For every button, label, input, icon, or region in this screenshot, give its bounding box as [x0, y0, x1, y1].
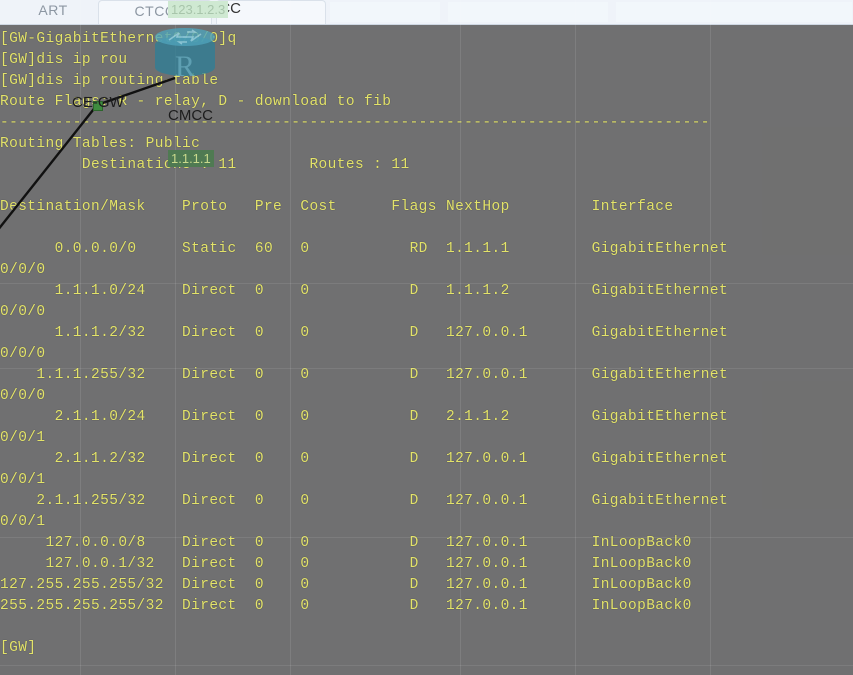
terminal-line: [GW] — [0, 640, 37, 656]
terminal-line: 127.0.0.1/32 Direct 0 0 D 127.0.0.1 InLo… — [0, 556, 692, 572]
tab-third[interactable] — [216, 0, 326, 24]
terminal-line: 1.1.1.2/32 Direct 0 0 D 127.0.0.1 Gigabi… — [0, 325, 729, 341]
terminal-line: 2.1.1.0/24 Direct 0 0 D 2.1.1.2 GigabitE… — [0, 409, 729, 425]
terminal-line: 2.1.1.2/32 Direct 0 0 D 127.0.0.1 Gigabi… — [0, 451, 729, 467]
terminal-line: 0/0/0 — [0, 262, 46, 278]
terminal-line: 0/0/1 — [0, 472, 46, 488]
router-cli-terminal[interactable]: [GW-GigabitEthernet0/0/0]q [GW]dis ip rou… — [0, 25, 853, 675]
terminal-line: 0/0/1 — [0, 430, 46, 446]
terminal-line: 127.0.0.0/8 Direct 0 0 D 127.0.0.1 InLoo… — [0, 535, 692, 551]
terminal-line: Routing Tables: Public — [0, 136, 201, 152]
terminal-output: [GW-GigabitEthernet0/0/0]q [GW]dis ip rou… — [0, 25, 853, 659]
terminal-line: 1.1.1.0/24 Direct 0 0 D 1.1.1.2 GigabitE… — [0, 283, 729, 299]
tab-art[interactable]: ART — [14, 0, 92, 23]
terminal-line: 0/0/1 — [0, 514, 46, 530]
terminal-line: [GW]dis ip routing-table — [0, 73, 219, 89]
browser-tab-strip: ART CTCC — [0, 0, 853, 25]
app-root: ART CTCC [GW-GigabitEthernet0/0/0]q [GW]d… — [0, 0, 853, 675]
terminal-line: Route Flags: R - relay, D - download to … — [0, 94, 392, 110]
terminal-line: 0.0.0.0/0 Static 60 0 RD 1.1.1.1 Gigabit… — [0, 241, 729, 257]
terminal-line: 0/0/0 — [0, 388, 46, 404]
terminal-line: Destination/Mask Proto Pre Cost Flags Ne… — [0, 199, 674, 215]
terminal-line: Destinations : 11 Routes : 11 — [0, 157, 410, 173]
terminal-line: [GW-GigabitEthernet0/0/0]q — [0, 31, 237, 47]
terminal-line: 2.1.1.255/32 Direct 0 0 D 127.0.0.1 Giga… — [0, 493, 729, 509]
tab-strip-filler-a — [330, 2, 440, 22]
terminal-line: 0/0/0 — [0, 304, 46, 320]
terminal-line: [GW]dis ip rou — [0, 52, 128, 68]
terminal-line: 1.1.1.255/32 Direct 0 0 D 127.0.0.1 Giga… — [0, 367, 729, 383]
terminal-line: 255.255.255.255/32 Direct 0 0 D 127.0.0.… — [0, 598, 692, 614]
tab-ctcc[interactable]: CTCC — [98, 0, 212, 24]
tab-strip-filler-c — [616, 2, 852, 22]
tab-strip-filler-b — [448, 2, 608, 22]
terminal-line: ----------------------------------------… — [0, 115, 710, 131]
terminal-line: 0/0/0 — [0, 346, 46, 362]
terminal-line: 127.255.255.255/32 Direct 0 0 D 127.0.0.… — [0, 577, 692, 593]
